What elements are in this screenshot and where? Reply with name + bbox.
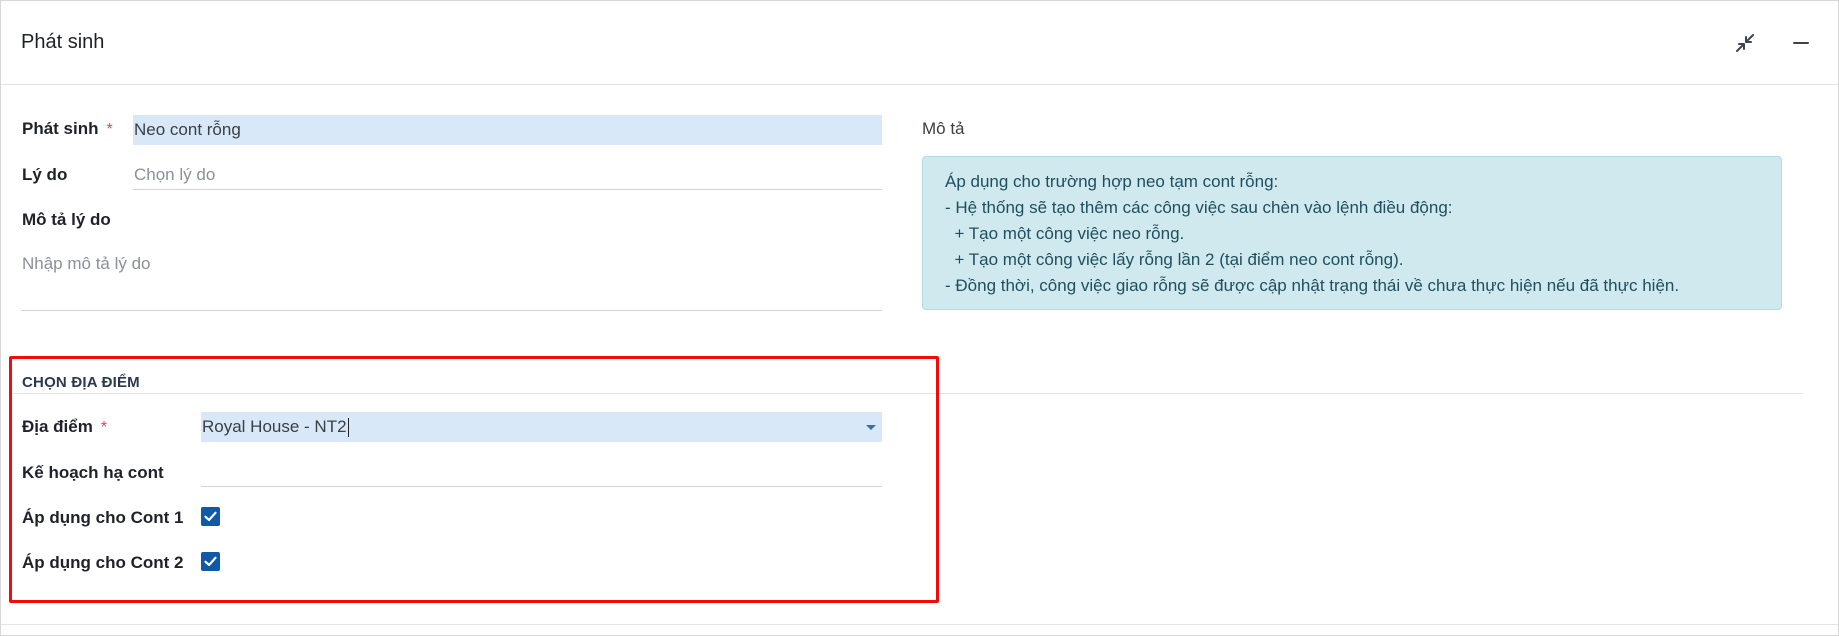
required-mark: * [106, 121, 113, 138]
dialog: Phát sinh Phát sinh * Neo cont rỗng Lý do… [0, 0, 1839, 636]
section-title-chon-dia-diem: CHỌN ĐỊA ĐIỂM [22, 374, 140, 391]
description-line: + Tạo một công việc neo rỗng. [945, 224, 1185, 243]
mo-ta-ly-do-textarea[interactable]: Nhập mô tả lý do [21, 249, 882, 311]
mo-ta-label: Mô tả [922, 119, 965, 138]
checkmark-icon [204, 511, 217, 522]
minimize-button[interactable] [1785, 27, 1817, 59]
ly-do-placeholder: Chọn lý do [134, 165, 216, 184]
cont1-checkbox[interactable] [201, 507, 220, 526]
dialog-header: Phát sinh [1, 1, 1838, 85]
dialog-title: Phát sinh [21, 31, 105, 53]
cont2-label: Áp dụng cho Cont 2 [22, 553, 184, 572]
ke-hoach-ha-cont-field[interactable] [201, 457, 882, 487]
description-line: - Hệ thống sẽ tạo thêm các công việc sau… [945, 198, 1453, 217]
required-mark: * [100, 419, 108, 436]
phat-sinh-value: Neo cont rỗng [134, 120, 241, 139]
ly-do-label: Lý do [22, 165, 68, 184]
phat-sinh-label-text: Phát sinh [22, 119, 99, 138]
dia-diem-label: Địa điểm * [22, 417, 107, 437]
phat-sinh-field[interactable]: Neo cont rỗng [133, 115, 882, 145]
ke-hoach-ha-cont-label: Kế hoạch hạ cont [22, 463, 164, 482]
dia-diem-select[interactable]: Royal House - NT2 [201, 412, 882, 442]
description-line: - Đồng thời, công việc giao rỗng sẽ được… [945, 276, 1680, 295]
text-cursor [347, 418, 349, 438]
description-info-box: Áp dụng cho trường hợp neo tạm cont rỗng… [922, 156, 1782, 310]
footer-divider [1, 624, 1838, 625]
dia-diem-value: Royal House - NT2 [202, 417, 347, 436]
description-line: Áp dụng cho trường hợp neo tạm cont rỗng… [945, 172, 1279, 191]
minus-icon [1793, 42, 1809, 44]
mo-ta-ly-do-label: Mô tả lý do [22, 210, 111, 229]
caret-down-icon[interactable] [866, 425, 876, 430]
cont2-checkbox[interactable] [201, 552, 220, 571]
checkmark-icon [204, 556, 217, 567]
mo-ta-ly-do-placeholder: Nhập mô tả lý do [22, 254, 151, 273]
ly-do-field[interactable]: Chọn lý do [133, 160, 882, 190]
description-line: + Tạo một công việc lấy rỗng lần 2 (tại … [945, 250, 1404, 269]
phat-sinh-label: Phát sinh * [22, 119, 113, 139]
cont1-label: Áp dụng cho Cont 1 [22, 508, 184, 527]
dia-diem-label-text: Địa điểm [22, 417, 93, 436]
collapse-button[interactable] [1729, 27, 1761, 59]
section-divider [13, 393, 1803, 394]
collapse-arrows-icon [1736, 34, 1754, 52]
